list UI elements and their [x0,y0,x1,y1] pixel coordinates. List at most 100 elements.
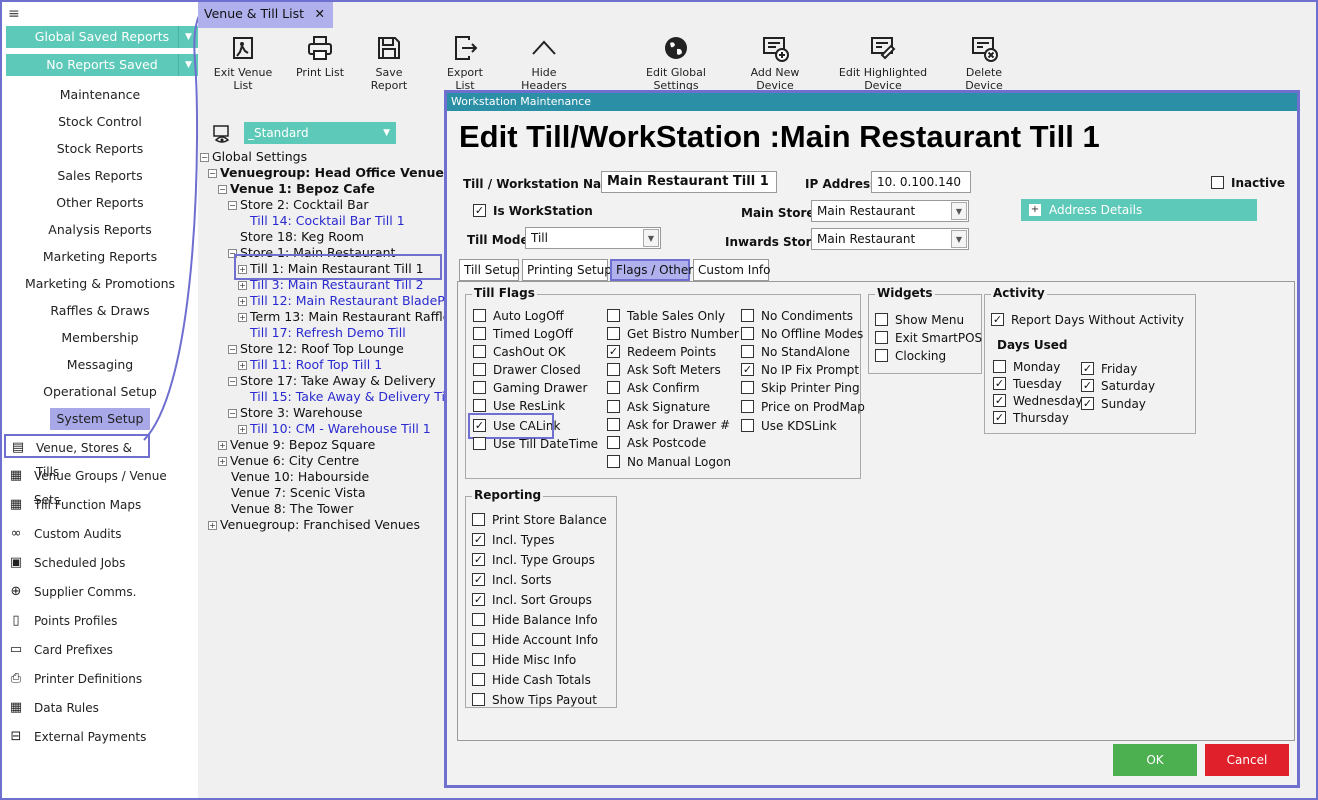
global-saved-reports-dropdown[interactable]: Global Saved Reports ▼ [6,26,198,48]
exit-venue-list-button[interactable]: Exit Venue List [204,34,282,92]
reporting-checkbox[interactable]: Show Tips Payout [472,692,597,708]
nav-till-function-maps[interactable]: ▦ Till Function Maps [4,493,194,517]
tab-flags-other[interactable]: Flags / Other [610,259,693,281]
menu-sales-reports[interactable]: Sales Reports [2,165,198,187]
day-checkbox[interactable]: ✓ Sunday [1081,396,1146,412]
flag-checkbox[interactable]: CashOut OK [473,344,565,360]
tree-node[interactable]: − Store 3: Warehouse [228,405,363,420]
tree-node[interactable]: − Store 2: Cocktail Bar [228,197,369,212]
ok-button[interactable]: OK [1113,744,1197,776]
flag-checkbox[interactable]: Gaming Drawer [473,380,587,396]
tab-printing-setup[interactable]: Printing Setup [522,259,612,281]
flag-checkbox[interactable]: Use KDSLink [741,418,837,434]
till-mode-select[interactable]: Till ▼ [525,227,661,249]
tree-node[interactable]: Till 14: Cocktail Bar Till 1 [250,213,405,228]
flag-checkbox[interactable]: No StandAlone [741,344,850,360]
tree-node[interactable]: Till 15: Take Away & Delivery Till [250,389,452,404]
ip-address-input[interactable]: 10. 0.100.140 [871,171,971,193]
export-list-button[interactable]: Export List [436,34,494,92]
day-checkbox[interactable]: Monday [993,359,1060,375]
menu-stock-reports[interactable]: Stock Reports [2,138,198,160]
edit-global-settings-button[interactable]: Edit Global Settings [626,34,726,92]
menu-other-reports[interactable]: Other Reports [2,192,198,214]
flag-checkbox[interactable]: Ask Soft Meters [607,362,721,378]
tree-node[interactable]: − Venue 1: Bepoz Cafe [218,181,375,196]
nav-venue-groups[interactable]: ▦ Venue Groups / Venue Sets [4,464,194,507]
eye-icon[interactable] [212,124,232,144]
day-checkbox[interactable]: ✓ Saturday [1081,378,1155,394]
tree-node[interactable]: Venue 7: Scenic Vista [231,485,365,500]
menu-messaging[interactable]: Messaging [2,354,198,376]
menu-raffles-draws[interactable]: Raffles & Draws [2,300,198,322]
reporting-checkbox[interactable]: ✓ Incl. Sorts [472,572,552,588]
add-new-device-button[interactable]: Add New Device [732,34,818,92]
reporting-checkbox[interactable]: ✓ Incl. Type Groups [472,552,595,568]
redeem-points-checkbox[interactable]: ✓ Redeem Points [607,344,716,360]
flag-checkbox[interactable]: Ask for Drawer # [607,417,730,433]
day-checkbox[interactable]: ✓ Thursday [993,410,1069,426]
flag-checkbox[interactable]: Skip Printer Ping [741,380,860,396]
tab-custom-info[interactable]: Custom Info [693,259,771,281]
no-ip-fix-prompt-checkbox[interactable]: ✓ No IP Fix Prompt [741,362,859,378]
flag-checkbox[interactable]: Auto LogOff [473,308,564,324]
nav-scheduled-jobs[interactable]: ▣ Scheduled Jobs [4,551,194,575]
reporting-checkbox[interactable]: Hide Misc Info [472,652,576,668]
nav-card-prefixes[interactable]: ▭ Card Prefixes [4,638,194,662]
nav-venue-stores-tills[interactable]: ▤ Venue, Stores & Tills [4,434,150,479]
menu-operational-setup[interactable]: Operational Setup [2,381,198,403]
widget-checkbox[interactable]: Exit SmartPOS [875,330,982,346]
day-checkbox[interactable]: ✓ Wednesday [993,393,1082,409]
saved-reports-dropdown[interactable]: No Reports Saved ▼ [6,54,198,76]
close-icon[interactable]: ✕ [315,2,325,26]
tree-node[interactable]: Till 17: Refresh Demo Till [250,325,406,340]
menu-membership[interactable]: Membership [2,327,198,349]
reporting-checkbox[interactable]: Hide Account Info [472,632,598,648]
tree-node[interactable]: + Till 11: Roof Top Till 1 [238,357,382,372]
flag-checkbox[interactable]: Ask Confirm [607,380,700,396]
tree-node[interactable]: + Term 13: Main Restaurant Raffle [238,309,450,324]
tree-node[interactable]: + Till 10: CM - Warehouse Till 1 [238,421,431,436]
tree-node[interactable]: + Venue 9: Bepoz Square [218,437,375,452]
print-list-button[interactable]: Print List [292,34,348,79]
menu-maintenance[interactable]: Maintenance [2,84,198,106]
nav-supplier-comms[interactable]: ⊕ Supplier Comms. [4,580,194,604]
tree-node[interactable]: + Venuegroup: Franchised Venues [208,517,420,532]
reporting-checkbox[interactable]: ✓ Incl. Types [472,532,555,548]
menu-stock-control[interactable]: Stock Control [2,111,198,133]
flag-checkbox[interactable]: No Condiments [741,308,853,324]
tree-node[interactable]: − Venuegroup: Head Office Venues [208,165,451,180]
reporting-checkbox[interactable]: ✓ Incl. Sort Groups [472,592,592,608]
flag-checkbox[interactable]: No Offline Modes [741,326,863,342]
flag-checkbox[interactable]: Ask Signature [607,399,710,415]
hamburger-icon[interactable]: ≡ [8,6,20,22]
cancel-button[interactable]: Cancel [1205,744,1289,776]
flag-checkbox[interactable]: Price on ProdMap [741,399,865,415]
tree-node[interactable]: Store 18: Keg Room [240,229,364,244]
tab-venue-till-list[interactable]: Venue & Till List ✕ [198,2,333,28]
inactive-checkbox[interactable]: Inactive [1211,175,1285,191]
flag-checkbox[interactable]: Use ResLink [473,398,565,414]
day-checkbox[interactable]: ✓ Tuesday [993,376,1062,392]
widget-checkbox[interactable]: Clocking [875,348,946,364]
flag-checkbox[interactable]: Use Till DateTime [473,436,598,452]
nav-points-profiles[interactable]: ▯ Points Profiles [4,609,194,633]
reporting-checkbox[interactable]: Print Store Balance [472,512,607,528]
delete-device-button[interactable]: Delete Device [948,34,1020,92]
flag-checkbox[interactable]: No Manual Logon [607,454,731,470]
nav-printer-definitions[interactable]: ⎙ Printer Definitions [4,667,194,691]
flag-checkbox[interactable]: Ask Postcode [607,435,706,451]
workstation-name-input[interactable]: Main Restaurant Till 1 [601,171,777,193]
menu-analysis-reports[interactable]: Analysis Reports [2,219,198,241]
edit-highlighted-device-button[interactable]: Edit Highlighted Device [822,34,944,92]
reporting-checkbox[interactable]: Hide Cash Totals [472,672,591,688]
reporting-checkbox[interactable]: Hide Balance Info [472,612,598,628]
nav-external-payments[interactable]: ⊟ External Payments [4,725,194,749]
tree-node[interactable]: Venue 10: Habourside [231,469,369,484]
tab-till-setup[interactable]: Till Setup [459,259,520,281]
tree-node[interactable]: + Till 12: Main Restaurant BladePay [238,293,459,308]
menu-marketing-promotions[interactable]: Marketing & Promotions [2,273,198,295]
tree-node[interactable]: − Store 12: Roof Top Lounge [228,341,404,356]
tree-node[interactable]: − Global Settings [200,149,307,164]
tree-node[interactable]: + Venue 6: City Centre [218,453,359,468]
save-report-button[interactable]: Save Report [356,34,422,92]
